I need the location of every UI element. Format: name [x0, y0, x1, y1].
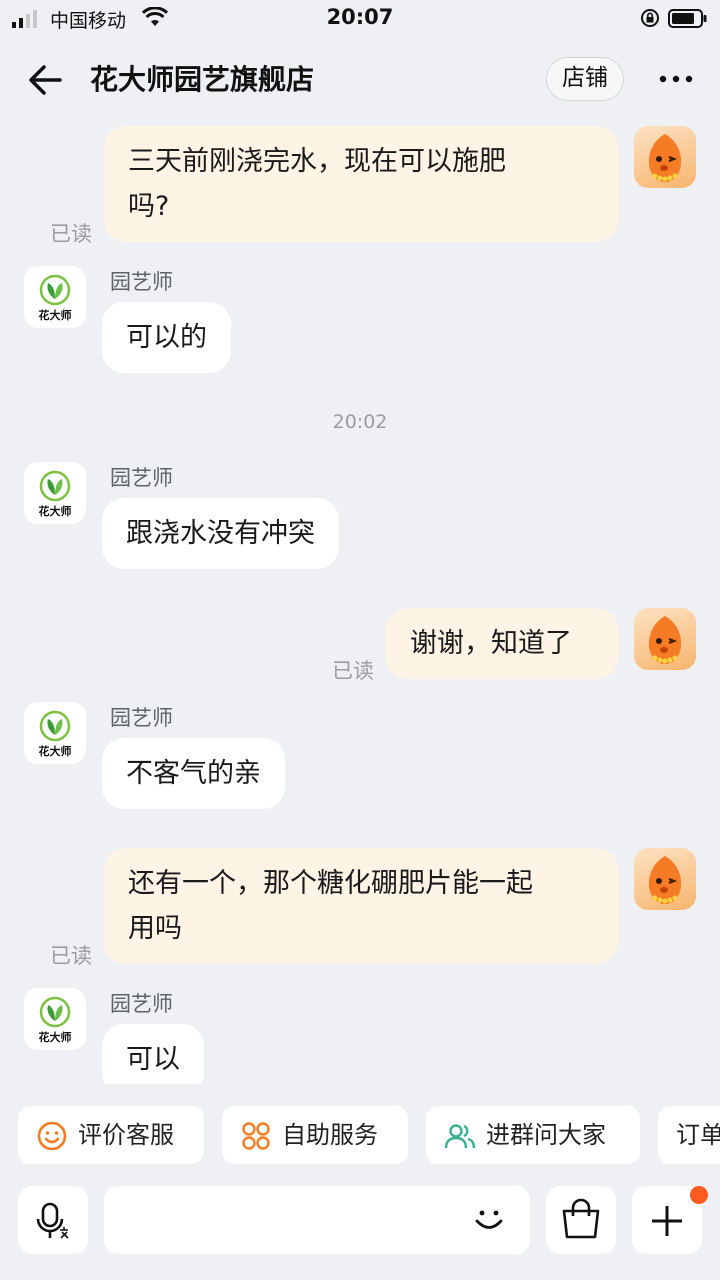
chat-header: 花大师园艺旗舰店 店铺 [0, 38, 720, 120]
message-clip: 可以 [0, 1022, 720, 1084]
shop-logo-icon: 花大师 [39, 274, 72, 322]
shop-button[interactable]: 店铺 [546, 57, 624, 101]
sender-name: 园艺师 [110, 466, 173, 490]
sender-name: 园艺师 [110, 270, 173, 294]
message-bubble-incoming[interactable]: 跟浇水没有冲突 [102, 498, 339, 569]
chip-label: 自助服务 [282, 1121, 378, 1149]
order-button[interactable]: 订单 [658, 1106, 720, 1164]
read-status: 已读 [50, 944, 92, 968]
input-bar [0, 1180, 720, 1280]
battery-icon [668, 9, 707, 28]
message-text-line: 还有一个，那个糖化硼肥片能一起 [128, 868, 533, 899]
sender-name: 园艺师 [110, 992, 173, 1016]
timestamp: 20:02 [332, 411, 388, 433]
group-users-icon [444, 1124, 476, 1149]
rotation-lock-icon [641, 9, 659, 27]
chip-label: 评价客服 [78, 1121, 174, 1149]
shop-logo-icon: 花大师 [39, 710, 72, 758]
emoji-icon[interactable] [470, 1200, 508, 1238]
clock: 20:07 [326, 5, 394, 29]
message-input[interactable] [104, 1186, 530, 1254]
mascot-icon [648, 856, 682, 904]
shop-avatar-text: 花大师 [39, 504, 72, 518]
self-service-button[interactable]: 自助服务 [222, 1106, 408, 1164]
smile-face-icon [37, 1121, 67, 1151]
mascot-icon [648, 134, 682, 182]
message-bubble-incoming[interactable]: 不客气的亲 [102, 738, 285, 809]
shop-avatar[interactable]: 花大师 [24, 462, 86, 524]
rate-service-button[interactable]: 评价客服 [18, 1106, 204, 1164]
shop-avatar-text: 花大师 [39, 308, 72, 322]
back-arrow-icon[interactable] [26, 60, 66, 100]
voice-input-button[interactable] [18, 1186, 88, 1254]
grid-apps-icon [242, 1122, 270, 1150]
products-button[interactable] [546, 1186, 616, 1254]
message-bubble-incoming[interactable]: 可以 [102, 1024, 204, 1084]
page-title: 花大师园艺旗舰店 [90, 63, 315, 96]
shop-avatar-text: 花大师 [39, 744, 72, 758]
message-text-line: 三天前刚浇完水，现在可以施肥 [128, 146, 506, 177]
sender-name: 园艺师 [110, 706, 173, 730]
message-text-line: 用吗 [128, 913, 182, 944]
chip-label: 订单 [676, 1121, 720, 1149]
user-avatar[interactable] [634, 848, 696, 910]
message-bubble-outgoing[interactable]: 谢谢，知道了 [386, 608, 618, 679]
more-actions-button[interactable] [632, 1186, 708, 1254]
user-avatar[interactable] [634, 608, 696, 670]
join-group-button[interactable]: 进群问大家 [426, 1106, 640, 1164]
shop-avatar[interactable]: 花大师 [24, 266, 86, 328]
microphone-icon [36, 1202, 69, 1239]
message-bubble-incoming[interactable]: 可以的 [102, 302, 231, 373]
more-options-icon[interactable] [656, 64, 696, 94]
message-text-line: 吗? [128, 191, 170, 222]
status-bar: 中国移动 20:07 [0, 0, 720, 38]
user-avatar[interactable] [634, 126, 696, 188]
message-bubble-outgoing[interactable]: 三天前刚浇完水，现在可以施肥 吗? [104, 126, 618, 242]
shop-avatar[interactable]: 花大师 [24, 702, 86, 764]
read-status: 已读 [50, 222, 92, 246]
read-status: 已读 [332, 659, 374, 683]
mascot-icon [648, 616, 682, 664]
message-bubble-outgoing[interactable]: 还有一个，那个糖化硼肥片能一起 用吗 [104, 848, 618, 964]
shop-logo-icon: 花大师 [39, 470, 72, 518]
chip-label: 进群问大家 [486, 1121, 606, 1149]
notification-dot [690, 1186, 708, 1204]
quick-actions-bar: 评价客服 自助服务 进群问大家 订单 [0, 1106, 720, 1164]
shopping-bag-icon [562, 1198, 600, 1239]
